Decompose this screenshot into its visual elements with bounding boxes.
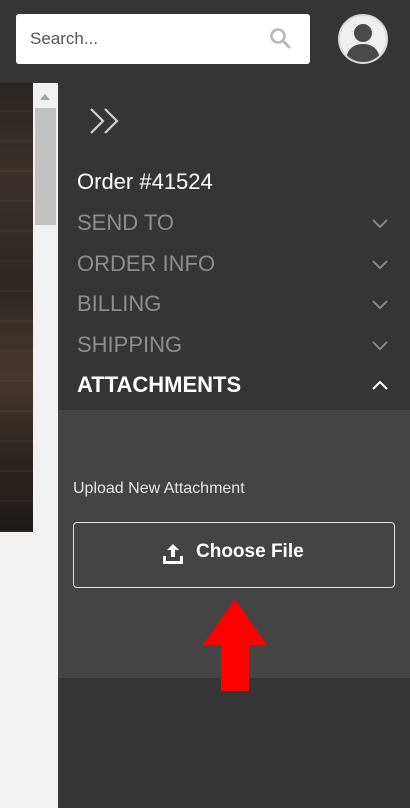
background-page [0,83,58,808]
choose-file-button[interactable]: Choose File [73,522,395,588]
chevron-up-icon [372,380,388,390]
avatar[interactable] [338,14,388,64]
section-label: SEND TO [77,210,174,235]
red-up-arrow-icon [203,599,267,691]
section-send-to[interactable]: SEND TO [77,208,397,244]
search-box[interactable] [16,14,310,64]
section-shipping[interactable]: SHIPPING [77,330,397,366]
scrollbar-thumb[interactable] [35,108,56,225]
order-title: Order #41524 [77,169,213,194]
double-chevron-right-icon[interactable] [88,106,126,136]
section-label: ORDER INFO [77,251,216,276]
order-side-panel: Order #41524 SEND TO ORDER INFO BILLING … [58,83,410,808]
section-label: BILLING [77,291,162,316]
upload-label: Upload New Attachment [73,480,245,497]
search-icon[interactable] [268,26,292,50]
chevron-down-icon [372,260,388,270]
section-billing[interactable]: BILLING [77,289,397,325]
chevron-down-icon [372,219,388,229]
search-input[interactable] [16,14,280,64]
section-attachments[interactable]: ATTACHMENTS [77,370,397,406]
section-label: SHIPPING [77,332,183,357]
section-label: ATTACHMENTS [77,372,242,397]
top-bar [0,0,410,83]
section-order-info[interactable]: ORDER INFO [77,249,397,285]
upload-icon [163,544,183,564]
warehouse-photo [0,83,33,532]
choose-file-label: Choose File [196,541,304,562]
chevron-down-icon [372,341,388,351]
chevron-down-icon [372,300,388,310]
scroll-up-arrow-icon[interactable] [40,94,50,100]
avatar-icon [346,24,380,62]
